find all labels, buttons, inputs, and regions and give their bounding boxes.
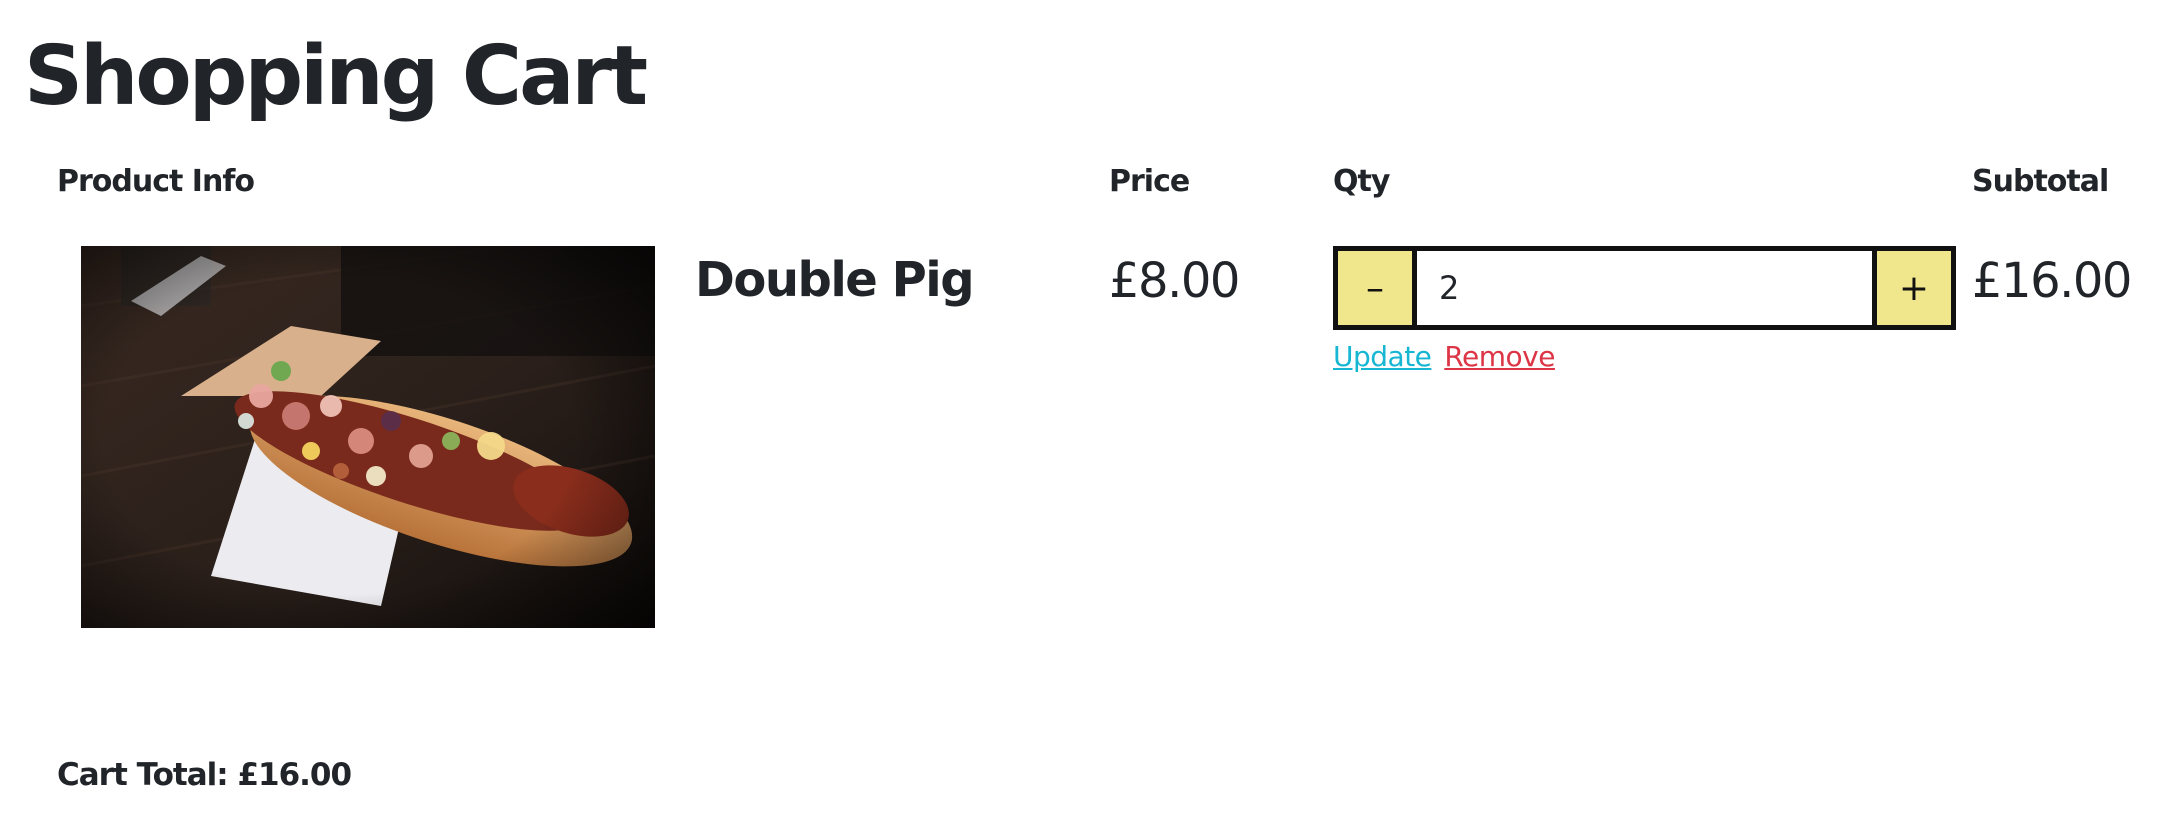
hot-dog-photo (81, 246, 655, 628)
row-subtotal: £16.00 (1972, 253, 2132, 309)
quantity-stepper: – + (1333, 246, 1956, 330)
page-title: Shopping Cart (24, 29, 648, 124)
update-link[interactable]: Update (1333, 340, 1432, 373)
decrement-button[interactable]: – (1338, 251, 1417, 325)
cart-total: Cart Total: £16.00 (57, 757, 352, 793)
product-name[interactable]: Double Pig (695, 252, 975, 308)
product-image[interactable] (81, 246, 655, 628)
column-header-qty: Qty (1333, 164, 1390, 199)
minus-icon: – (1366, 267, 1384, 309)
plus-icon: + (1898, 267, 1930, 309)
column-header-price: Price (1109, 164, 1190, 199)
column-header-product-info: Product Info (57, 164, 255, 199)
row-actions: Update Remove (1333, 340, 1555, 373)
increment-button[interactable]: + (1872, 251, 1951, 325)
quantity-input[interactable] (1417, 251, 1872, 325)
remove-link[interactable]: Remove (1444, 340, 1555, 373)
column-header-subtotal: Subtotal (1972, 164, 2109, 199)
unit-price: £8.00 (1109, 253, 1240, 309)
